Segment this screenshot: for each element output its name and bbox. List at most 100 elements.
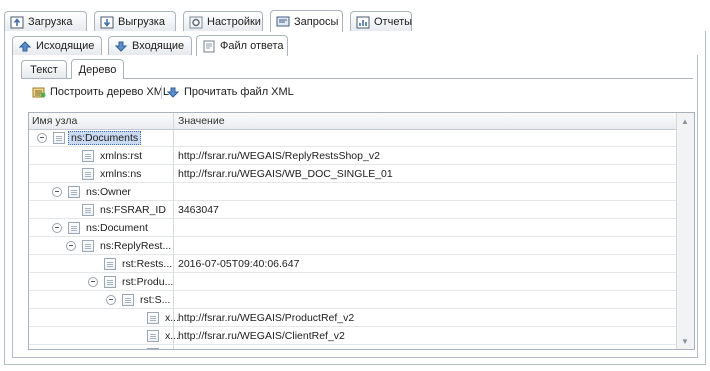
- collapse-icon[interactable]: [37, 132, 47, 143]
- tree-row[interactable]: rst:Rests... 2016-07-05T09:40:06.647: [29, 255, 677, 273]
- tab-unload[interactable]: Выгрузка: [94, 11, 176, 32]
- read-file-icon: [166, 86, 180, 99]
- settings-icon: [189, 16, 203, 29]
- node-icon: [68, 221, 80, 234]
- grid-header: Имя узла Значение: [29, 113, 677, 130]
- tab-reports-label: Отчеты: [374, 16, 413, 28]
- tree-row[interactable]: ns:Document: [29, 219, 677, 237]
- tree-row[interactable]: rst:S...: [29, 291, 677, 309]
- scroll-down-icon[interactable]: ▼: [677, 334, 693, 348]
- tree-row[interactable]: x...http://fsrar.ru/WEGAIS/ReplyRestsSho…: [29, 345, 677, 350]
- collapse-icon[interactable]: [66, 240, 76, 251]
- node-value: http://fsrar.ru/WEGAIS/ClientRef_v2: [178, 329, 345, 342]
- vertical-scrollbar[interactable]: ▲ ▼: [676, 113, 694, 349]
- tree-row[interactable]: xmlns:rst http://fsrar.ru/WEGAIS/ReplyRes…: [29, 147, 677, 165]
- tab-upload-label: Загрузка: [28, 16, 73, 28]
- node-name: x...: [165, 348, 179, 350]
- tree-row[interactable]: xmlns:ns http://fsrar.ru/WEGAIS/WB_DOC_SI…: [29, 165, 677, 183]
- tree-row[interactable]: x... http://fsrar.ru/WEGAIS/ProductRef_v2: [29, 309, 677, 327]
- node-name: xmlns:rst: [100, 149, 142, 162]
- node-icon: [147, 329, 159, 342]
- node-value: http://fsrar.ru/WEGAIS/ReplyRestsShop_v2: [178, 149, 380, 162]
- tree-row[interactable]: ns:Documents: [29, 129, 677, 147]
- node-name-cell: rst:Rests...: [88, 255, 172, 272]
- collapse-icon[interactable]: [106, 294, 116, 305]
- tab-incoming-label: Входящие: [132, 40, 185, 52]
- body-column-divider: [173, 129, 174, 349]
- tab-upload[interactable]: Загрузка: [4, 11, 87, 32]
- column-header-value[interactable]: Значение: [178, 115, 225, 127]
- reports-icon: [356, 16, 370, 29]
- tab-reports[interactable]: Отчеты: [350, 11, 412, 32]
- outgoing-icon: [18, 40, 32, 53]
- tab-queries-label: Запросы: [294, 15, 339, 28]
- tab-unload-label: Выгрузка: [118, 16, 165, 28]
- tree-row[interactable]: x... http://fsrar.ru/WEGAIS/ClientRef_v2: [29, 327, 677, 345]
- node-name: rst:Rests...: [122, 257, 173, 270]
- tab-outgoing[interactable]: Исходящие: [12, 36, 102, 55]
- node-icon: [82, 149, 94, 162]
- incoming-icon: [114, 40, 128, 53]
- node-name-cell: ns:Document: [52, 219, 148, 236]
- tab-queries[interactable]: Запросы: [270, 10, 343, 32]
- node-name: ns:Owner: [86, 185, 131, 198]
- node-name-cell: ns:Owner: [52, 183, 131, 200]
- read-xml-button[interactable]: Прочитать файл XML: [166, 84, 294, 100]
- tab-text[interactable]: Текст: [21, 60, 67, 78]
- column-divider: [173, 113, 174, 129]
- build-tree-label: Построить дерево XML: [50, 86, 170, 98]
- node-icon: [82, 167, 94, 180]
- node-icon: [147, 347, 159, 349]
- tab-settings-label: Настройки: [207, 16, 261, 28]
- scroll-up-icon[interactable]: ▲: [677, 114, 693, 128]
- tab-outgoing-label: Исходящие: [36, 40, 95, 52]
- node-name: x...: [165, 311, 180, 324]
- node-icon: [104, 257, 116, 270]
- node-icon: [147, 311, 159, 324]
- node-name: ns:ReplyRest...: [100, 239, 172, 252]
- node-name: xmlns:ns: [100, 167, 142, 180]
- node-name: x...: [165, 329, 180, 342]
- node-name-cell: rst:Produ...: [88, 273, 173, 290]
- node-icon: [82, 203, 94, 216]
- node-icon: [68, 185, 80, 198]
- node-name: ns:Document: [86, 221, 148, 234]
- node-name: rst:Produ...: [122, 275, 174, 288]
- node-name-cell: xmlns:ns: [66, 165, 141, 182]
- node-name-cell: rst:S...: [106, 291, 170, 308]
- tree-row[interactable]: rst:Produ...: [29, 273, 677, 291]
- response-file-icon: [202, 40, 216, 53]
- build-tree-button[interactable]: Построить дерево XML: [32, 84, 169, 100]
- collapse-icon[interactable]: [52, 222, 62, 233]
- build-tree-icon: [32, 86, 46, 99]
- node-value: http://fsrar.ru/WEGAIS/WB_DOC_SINGLE_01: [178, 167, 393, 180]
- tree-row[interactable]: ns:FSRAR_ID 3463047: [29, 201, 677, 219]
- node-name: rst:S...: [140, 293, 171, 306]
- node-icon: [82, 239, 94, 252]
- node-name-cell: ns:ReplyRest...: [66, 237, 171, 254]
- tree-row[interactable]: ns:ReplyRest...: [29, 237, 677, 255]
- column-header-name[interactable]: Имя узла: [32, 115, 77, 127]
- tab-tree[interactable]: Дерево: [71, 59, 124, 79]
- node-icon: [104, 275, 116, 288]
- node-name-cell: ns:Documents: [37, 129, 142, 146]
- toolbar-separator: [161, 85, 162, 99]
- collapse-icon[interactable]: [52, 186, 62, 197]
- tree-row[interactable]: ns:Owner: [29, 183, 677, 201]
- collapse-icon[interactable]: [88, 276, 98, 287]
- tab-response-file-label: Файл ответа: [220, 40, 284, 52]
- tab-settings[interactable]: Настройки: [183, 11, 263, 32]
- queries-icon: [276, 15, 290, 28]
- tab-tree-label: Дерево: [78, 63, 117, 76]
- node-name-cell: x...: [131, 309, 179, 326]
- node-name-cell: ns:FSRAR_ID: [66, 201, 166, 218]
- tab-incoming[interactable]: Входящие: [108, 36, 192, 55]
- node-icon: [53, 131, 65, 144]
- tab-text-label: Текст: [30, 63, 58, 76]
- xml-tree-grid[interactable]: Имя узла Значение ns:Documents xmlns:rst h…: [28, 112, 695, 350]
- node-name-cell: x...: [131, 327, 179, 344]
- node-value: 2016-07-05T09:40:06.647: [178, 257, 300, 270]
- node-name: ns:Documents: [68, 130, 142, 145]
- node-value: http://fsrar.ru/WEGAIS/ReplyRestsShop_v2: [178, 345, 380, 350]
- tab-response-file[interactable]: Файл ответа: [196, 35, 288, 56]
